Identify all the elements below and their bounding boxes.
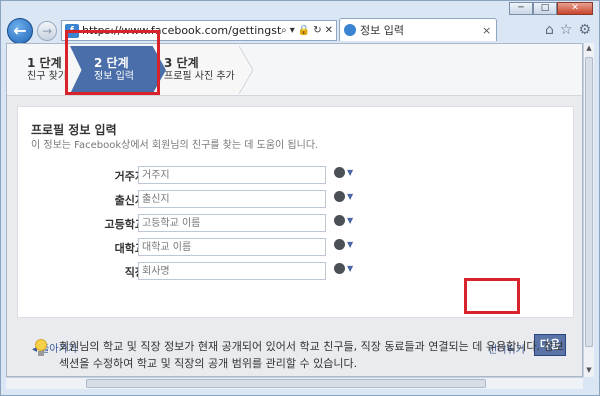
horizontal-scrollbar[interactable] <box>6 377 583 389</box>
high-school-privacy-selector[interactable]: ▼ <box>334 215 353 226</box>
minimize-button[interactable]: ─ <box>509 2 533 15</box>
caret-down-icon: ▼ <box>347 264 354 273</box>
caret-down-icon: ▼ <box>347 240 354 249</box>
info-text: 회원님의 학교 및 직장 정보가 현재 공개되어 있어서 학교 친구들, 직장 … <box>59 340 564 370</box>
privacy-info-notice: 회원님의 학교 및 직장 정보가 현재 공개되어 있어서 학교 친구들, 직장 … <box>17 331 574 376</box>
hometown-privacy-selector[interactable]: ▼ <box>334 191 353 202</box>
tab-title: 정보 입력 <box>360 24 404 37</box>
panel-description: 이 정보는 Facebook상에서 회원님의 친구를 찾는 데 도움이 됩니다. <box>31 140 319 151</box>
caret-down-icon: ▼ <box>347 192 354 201</box>
lightbulb-icon <box>34 339 48 357</box>
home-icon[interactable]: ⌂ <box>545 22 554 38</box>
close-window-button[interactable]: ✕ <box>557 2 593 15</box>
settings-gear-icon[interactable]: ⚙ <box>578 22 591 38</box>
step-1[interactable]: 1 단계 친구 찾기 <box>27 57 67 83</box>
employer-privacy-selector[interactable]: ▼ <box>334 263 353 274</box>
form-row-college: 대학교 ▼ <box>18 238 575 256</box>
dropdown-icon[interactable]: ▾ <box>290 25 295 36</box>
maximize-button[interactable]: □ <box>533 2 557 15</box>
step-3: 3 단계 프로필 사진 추가 <box>164 57 235 83</box>
step-1-title: 1 단계 <box>27 56 62 70</box>
high-school-input[interactable] <box>138 214 326 232</box>
back-arrow-icon[interactable]: ← <box>7 18 33 44</box>
college-privacy-selector[interactable]: ▼ <box>334 239 353 250</box>
globe-icon <box>334 263 345 274</box>
globe-icon <box>334 167 345 178</box>
window-controls: ─ □ ✕ <box>509 2 593 15</box>
caret-down-icon: ▼ <box>347 216 354 225</box>
caret-down-icon: ▼ <box>347 168 354 177</box>
residence-privacy-selector[interactable]: ▼ <box>334 167 353 178</box>
college-input[interactable] <box>138 238 326 256</box>
skip-highlight-box <box>464 278 520 314</box>
residence-input[interactable] <box>138 166 326 184</box>
browser-tab[interactable]: 정보 입력 × <box>339 18 497 41</box>
step-2-highlight-box <box>65 30 160 95</box>
search-icon[interactable]: ⌕ <box>281 25 287 36</box>
hometown-input[interactable] <box>138 190 326 208</box>
horizontal-scroll-thumb[interactable] <box>86 379 486 388</box>
forward-arrow-icon[interactable]: → <box>37 21 57 41</box>
tab-favicon-icon <box>344 24 356 36</box>
form-row-hometown: 출신지 ▼ <box>18 190 575 208</box>
refresh-icon[interactable]: ↻ <box>313 25 321 36</box>
employer-input[interactable] <box>138 262 326 280</box>
vertical-scrollbar[interactable]: ▲ ▼ <box>583 43 594 377</box>
stop-icon[interactable]: ✕ <box>325 25 333 36</box>
scroll-down-icon[interactable]: ▼ <box>585 366 593 376</box>
globe-icon <box>334 191 345 202</box>
step-3-subtitle: 프로필 사진 추가 <box>164 71 235 82</box>
scroll-up-icon[interactable]: ▲ <box>585 44 593 54</box>
vertical-scroll-thumb[interactable] <box>585 57 593 347</box>
step-3-title: 3 단계 <box>164 56 199 70</box>
form-row-residence: 거주지 ▼ <box>18 166 575 184</box>
globe-icon <box>334 215 345 226</box>
address-tools: ⌕ ▾ 🔒 ↻ ✕ <box>281 25 336 36</box>
favorites-star-icon[interactable]: ☆ <box>560 22 573 38</box>
globe-icon <box>334 239 345 250</box>
step-1-subtitle: 친구 찾기 <box>27 71 67 82</box>
form-row-high-school: 고등학교 ▼ <box>18 214 575 232</box>
lock-icon[interactable]: 🔒 <box>298 25 310 36</box>
step-3-chevron-edge <box>239 46 253 94</box>
tab-close-icon[interactable]: × <box>482 24 496 37</box>
browser-tools: ⌂ ☆ ⚙ <box>545 22 591 38</box>
